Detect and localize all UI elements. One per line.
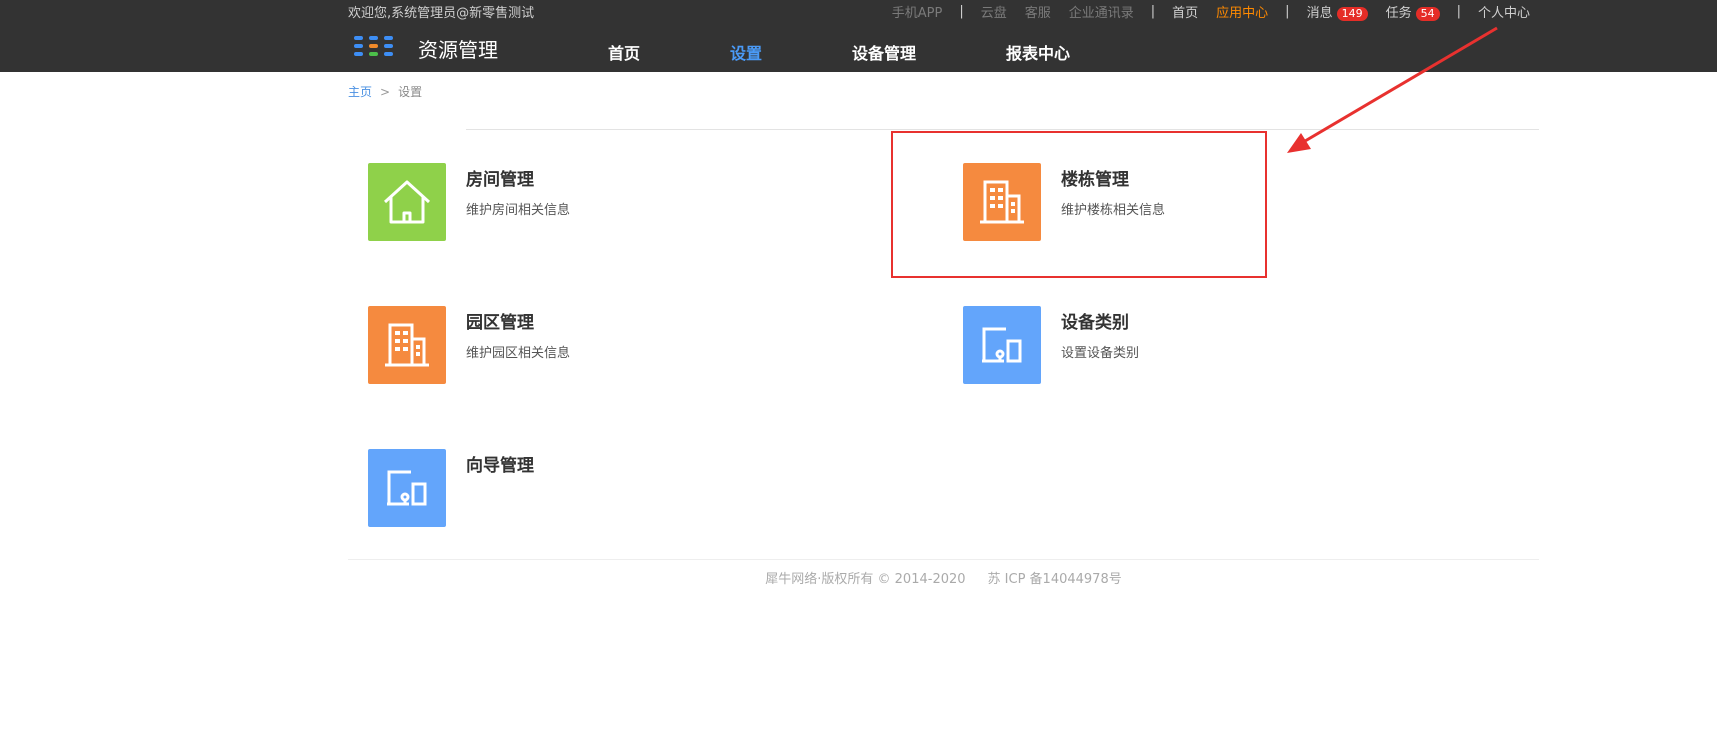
nav-device-management[interactable]: 设备管理: [852, 40, 916, 64]
separator: |: [1150, 4, 1156, 19]
separator: |: [959, 4, 964, 19]
house-icon: [368, 163, 446, 241]
devices-icon: [368, 449, 446, 527]
tasks-count-badge: 54: [1415, 7, 1440, 21]
app-center-link[interactable]: 应用中心: [1216, 2, 1268, 21]
copyright-text: 犀牛网络·版权所有 © 2014-2020: [765, 572, 966, 587]
top-links: 手机APP | 云盘 客服 企业通讯录 | 首页 应用中心 | 消息 149 任务…: [883, 2, 1539, 21]
card-title: 园区管理: [466, 313, 534, 333]
welcome-text: 欢迎您,系统管理员@新零售测试: [348, 6, 535, 21]
messages-label: 消息: [1306, 6, 1333, 21]
card-title: 向导管理: [466, 456, 534, 476]
breadcrumb-current: 设置: [398, 85, 423, 99]
content-divider: [466, 129, 1539, 130]
service-link[interactable]: 客服: [1025, 2, 1051, 21]
card-device-category[interactable]: 设备类别 设置设备类别: [963, 306, 1483, 396]
messages-link[interactable]: 消息 149: [1307, 2, 1368, 21]
app-grid-icon[interactable]: [354, 36, 394, 58]
devices-icon: [963, 306, 1041, 384]
top-header-bar: 欢迎您,系统管理员@新零售测试 手机APP | 云盘 客服 企业通讯录 | 首页…: [0, 0, 1717, 72]
separator: |: [1456, 4, 1461, 19]
card-guide-management[interactable]: 向导管理: [368, 449, 888, 539]
contacts-link[interactable]: 企业通讯录: [1069, 2, 1134, 21]
messages-count-badge: 149: [1336, 7, 1368, 21]
tasks-link[interactable]: 任务 54: [1386, 2, 1440, 21]
card-title: 设备类别: [1061, 313, 1129, 333]
highlight-box: [891, 131, 1267, 278]
personal-center-link[interactable]: 个人中心: [1478, 2, 1530, 21]
nav-settings[interactable]: 设置: [730, 40, 762, 64]
card-description: 维护房间相关信息: [466, 203, 571, 218]
breadcrumb: 主页 > 设置: [348, 83, 422, 100]
brand-title: 资源管理: [418, 38, 498, 62]
nav-report-center[interactable]: 报表中心: [1006, 40, 1070, 64]
card-description: 设置设备类别: [1061, 346, 1140, 361]
nav-home[interactable]: 首页: [608, 40, 640, 64]
separator: |: [1285, 4, 1290, 19]
breadcrumb-separator: >: [380, 85, 391, 99]
icp-text[interactable]: 苏 ICP 备14044978号: [988, 572, 1122, 587]
tasks-label: 任务: [1385, 6, 1412, 21]
cloud-link[interactable]: 云盘: [981, 2, 1007, 21]
card-description: 维护园区相关信息: [466, 346, 571, 361]
footer-divider: [348, 559, 1539, 560]
card-park-management[interactable]: 园区管理 维护园区相关信息: [368, 306, 888, 396]
home-link[interactable]: 首页: [1172, 2, 1198, 21]
breadcrumb-home-link[interactable]: 主页: [348, 85, 372, 99]
card-room-management[interactable]: 房间管理 维护房间相关信息: [368, 163, 888, 253]
card-title: 房间管理: [466, 170, 534, 190]
mobile-app-link[interactable]: 手机APP: [892, 2, 943, 21]
footer: 犀牛网络·版权所有 © 2014-2020 苏 ICP 备14044978号: [0, 568, 1717, 587]
building-icon: [368, 306, 446, 384]
